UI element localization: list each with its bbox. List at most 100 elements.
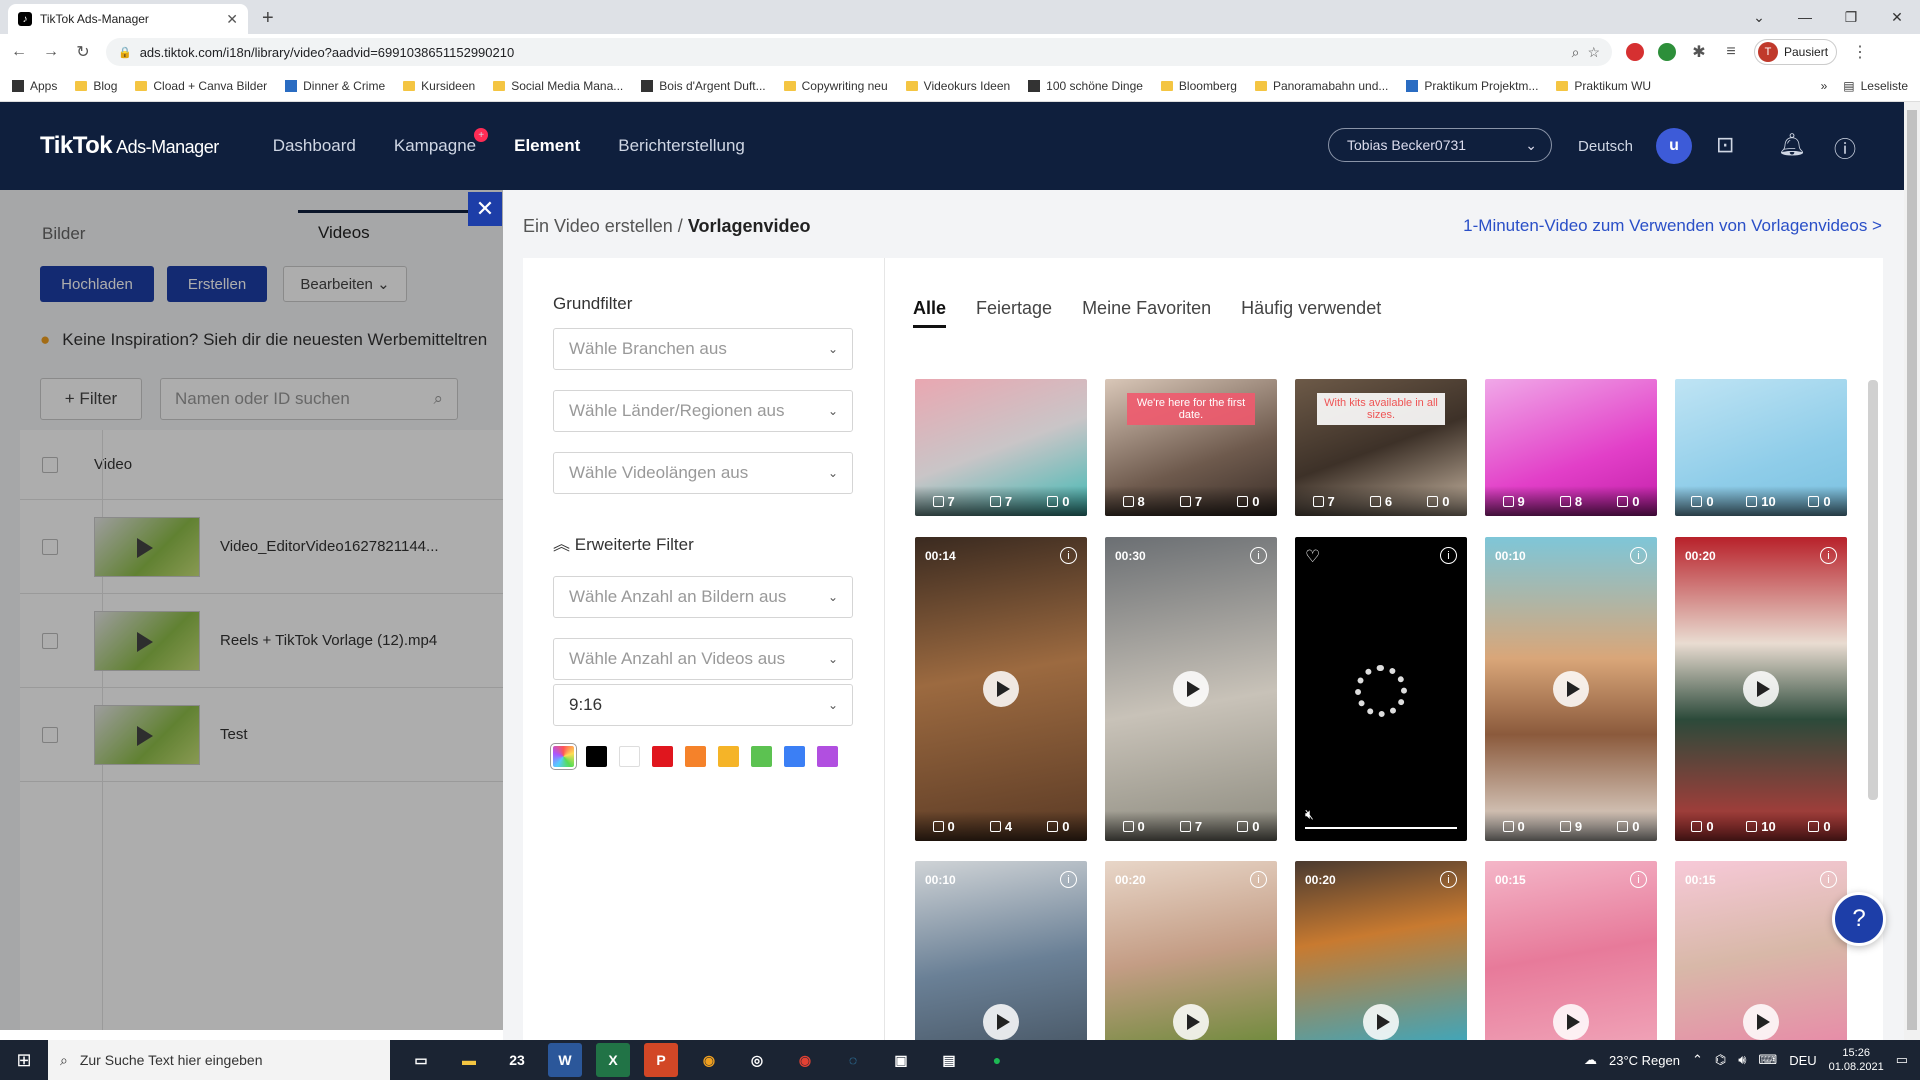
- bookmark-item[interactable]: Praktikum Projektm...: [1406, 79, 1538, 93]
- template-tile[interactable]: 980: [1485, 379, 1657, 516]
- swatch-color[interactable]: [652, 746, 673, 767]
- template-tile[interactable]: 0 10 0: [1675, 379, 1847, 516]
- info-icon[interactable]: i: [1630, 547, 1647, 564]
- bookmark-star-icon[interactable]: ☆: [1587, 44, 1600, 61]
- user-avatar[interactable]: u: [1656, 128, 1692, 164]
- template-tile[interactable]: 00:20 i 0 10 0: [1675, 537, 1847, 841]
- nav-berichterstellung[interactable]: Berichterstellung: [618, 136, 745, 156]
- extensions-puzzle-icon[interactable]: ✱: [1690, 42, 1708, 62]
- template-tile[interactable]: We're here for the first date. 870: [1105, 379, 1277, 516]
- taskbar-search-input[interactable]: ⌕ Zur Suche Text hier eingeben: [48, 1040, 390, 1080]
- tab-search-icon[interactable]: ⌄: [1736, 0, 1782, 34]
- zoom-icon[interactable]: ⌕: [1572, 44, 1580, 61]
- template-tile[interactable]: 00:15 i: [1675, 861, 1847, 1048]
- info-icon[interactable]: i: [1440, 547, 1457, 564]
- mail-icon[interactable]: 23: [500, 1043, 534, 1077]
- task-view-icon[interactable]: ▭: [404, 1043, 438, 1077]
- notifications-icon[interactable]: ▭: [1896, 1052, 1908, 1068]
- tab-feiertage[interactable]: Feiertage: [976, 298, 1052, 328]
- advanced-filter-toggle[interactable]: ︽ Erweiterte Filter: [553, 530, 694, 555]
- play-icon[interactable]: [1553, 1004, 1589, 1040]
- swatch-color[interactable]: [586, 746, 607, 767]
- play-icon[interactable]: [1553, 671, 1589, 707]
- nav-element[interactable]: Element: [514, 136, 580, 156]
- modal-backdrop[interactable]: [0, 190, 503, 1030]
- new-tab-button[interactable]: +: [262, 7, 274, 30]
- obs-icon[interactable]: ◎: [740, 1043, 774, 1077]
- nav-dashboard[interactable]: Dashboard: [273, 136, 356, 156]
- play-icon[interactable]: [1173, 1004, 1209, 1040]
- template-tile[interactable]: 00:30 i 070: [1105, 537, 1277, 841]
- clock[interactable]: 15:26 01.08.2021: [1829, 1046, 1884, 1074]
- swatch-all-colors[interactable]: [550, 743, 577, 770]
- swatch-color[interactable]: [619, 746, 640, 767]
- swatch-color[interactable]: [718, 746, 739, 767]
- address-bar[interactable]: 🔒 ads.tiktok.com/i18n/library/video?aadv…: [106, 38, 1612, 66]
- bookmark-apps[interactable]: Apps: [12, 79, 57, 93]
- breadcrumb-parent[interactable]: Ein Video erstellen: [523, 216, 673, 236]
- browser-menu-icon[interactable]: ⋮: [1851, 42, 1869, 62]
- image-count-select[interactable]: Wähle Anzahl an Bildern aus ⌄: [553, 576, 853, 618]
- swatch-color[interactable]: [751, 746, 772, 767]
- mute-icon[interactable]: 🔇︎: [1305, 806, 1314, 823]
- app-icon[interactable]: ▣: [884, 1043, 918, 1077]
- file-explorer-icon[interactable]: ▬: [452, 1043, 486, 1077]
- close-modal-button[interactable]: ✕: [468, 192, 502, 226]
- notepad-icon[interactable]: ▤: [932, 1043, 966, 1077]
- bookmark-item[interactable]: Social Media Mana...: [493, 79, 623, 93]
- browser-tab[interactable]: ♪ TikTok Ads-Manager ✕: [8, 4, 248, 34]
- template-tile-loading[interactable]: ♡ i 🔇︎: [1295, 537, 1467, 841]
- industry-select[interactable]: Wähle Branchen aus ⌄: [553, 328, 853, 370]
- maximize-button[interactable]: ❐: [1828, 0, 1874, 34]
- template-tile[interactable]: 00:20 i: [1295, 861, 1467, 1048]
- app-icon[interactable]: ◉: [692, 1043, 726, 1077]
- template-tile[interactable]: 00:20 i: [1105, 861, 1277, 1048]
- language-indicator[interactable]: DEU: [1789, 1053, 1816, 1068]
- profile-button[interactable]: T Pausiert: [1754, 39, 1838, 65]
- bookmark-item[interactable]: Panoramabahn und...: [1254, 79, 1388, 93]
- info-icon[interactable]: i: [1250, 871, 1267, 888]
- bookmark-item[interactable]: Praktikum WU: [1556, 79, 1651, 93]
- heart-icon[interactable]: ♡: [1305, 547, 1320, 567]
- forward-button[interactable]: →: [42, 43, 60, 61]
- bookmark-item[interactable]: Dinner & Crime: [285, 79, 385, 93]
- swatch-color[interactable]: [817, 746, 838, 767]
- reading-mode-icon[interactable]: ≡: [1722, 43, 1740, 61]
- chrome-icon[interactable]: ◉: [788, 1043, 822, 1077]
- keyboard-icon[interactable]: ⌨: [1758, 1052, 1777, 1068]
- bookmark-item[interactable]: Cload + Canva Bilder: [135, 79, 267, 93]
- template-tile[interactable]: 00:10 i 090: [1485, 537, 1657, 841]
- account-selector[interactable]: Tobias Becker0731 ⌄: [1328, 128, 1552, 162]
- briefcase-icon[interactable]: ⊡: [1716, 132, 1734, 158]
- reload-button[interactable]: ↻: [74, 42, 92, 62]
- edge-icon[interactable]: ◌: [836, 1043, 870, 1077]
- play-icon[interactable]: [1743, 671, 1779, 707]
- bookmark-item[interactable]: Bois d'Argent Duft...: [641, 79, 766, 93]
- play-icon[interactable]: [983, 671, 1019, 707]
- help-circle-icon[interactable]: ⓘ: [1834, 132, 1856, 164]
- tiktok-logo[interactable]: TikTok Ads-Manager: [40, 132, 219, 160]
- info-icon[interactable]: i: [1440, 871, 1457, 888]
- aspect-ratio-select[interactable]: 9:16 ⌄: [553, 684, 853, 726]
- tutorial-link[interactable]: 1-Minuten-Video zum Verwenden von Vorlag…: [1463, 216, 1882, 236]
- network-icon[interactable]: ⌬: [1715, 1052, 1726, 1068]
- word-icon[interactable]: W: [548, 1043, 582, 1077]
- excel-icon[interactable]: X: [596, 1043, 630, 1077]
- back-button[interactable]: ←: [10, 43, 28, 61]
- language-selector[interactable]: Deutsch: [1578, 138, 1633, 155]
- minimize-button[interactable]: —: [1782, 0, 1828, 34]
- video-progress-bar[interactable]: [1305, 827, 1457, 829]
- info-icon[interactable]: i: [1250, 547, 1267, 564]
- play-icon[interactable]: [1743, 1004, 1779, 1040]
- template-tile[interactable]: 00:15 i: [1485, 861, 1657, 1048]
- grammarly-extension-icon[interactable]: [1658, 43, 1676, 61]
- template-tile[interactable]: 770: [915, 379, 1087, 516]
- swatch-color[interactable]: [685, 746, 706, 767]
- tab-haeufig[interactable]: Häufig verwendet: [1241, 298, 1381, 328]
- chevron-up-icon[interactable]: ⌃: [1692, 1052, 1703, 1068]
- volume-icon[interactable]: 🔊︎: [1738, 1052, 1746, 1068]
- template-tile[interactable]: With kits available in all sizes. 760: [1295, 379, 1467, 516]
- more-bookmarks-button[interactable]: »: [1821, 79, 1828, 93]
- template-tile[interactable]: 00:10 i: [915, 861, 1087, 1048]
- info-icon[interactable]: i: [1630, 871, 1647, 888]
